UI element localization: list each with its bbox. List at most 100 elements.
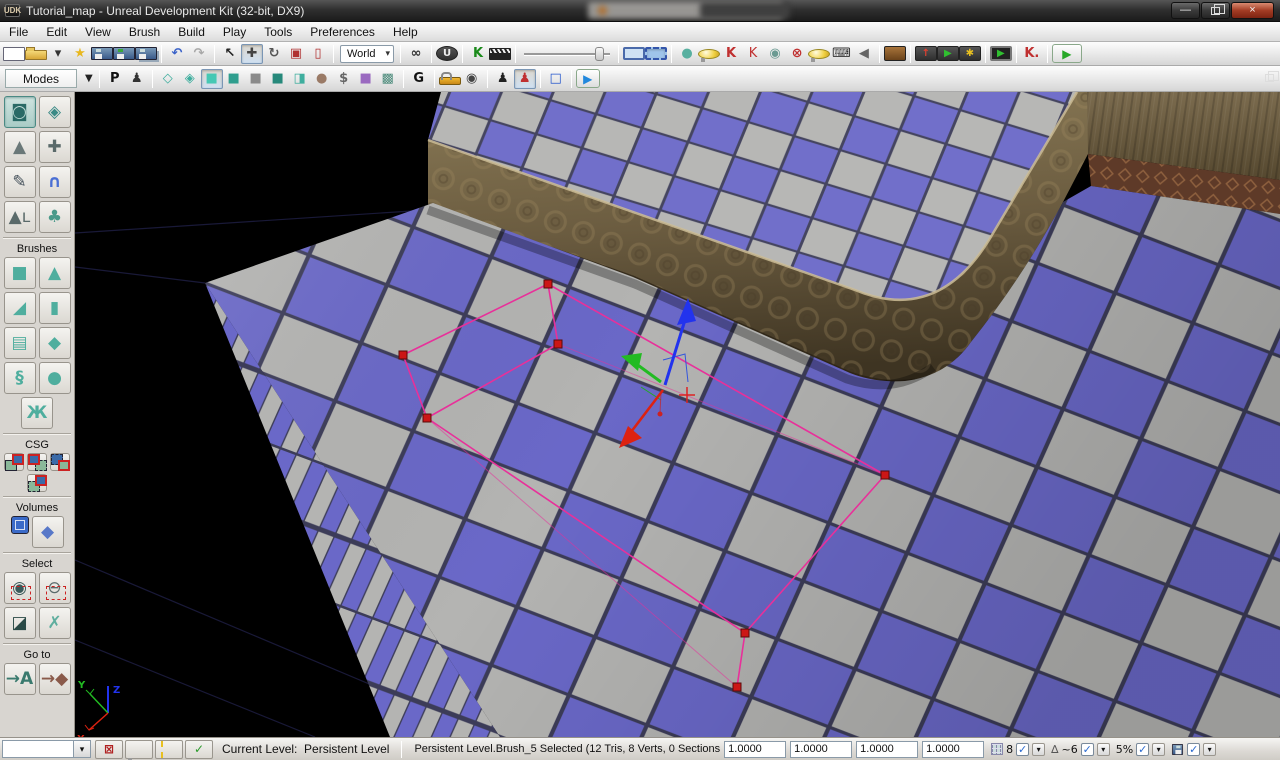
- brush-volumetric[interactable]: Ж: [21, 397, 53, 429]
- spheres-toggle[interactable]: ◉: [764, 44, 786, 64]
- lock-viewport-button[interactable]: [438, 72, 461, 85]
- level-dropdown-field[interactable]: [2, 740, 74, 758]
- possess-pawn-button[interactable]: ♟: [492, 69, 514, 89]
- autosave-toggle-dropdown[interactable]: ▾: [1203, 742, 1217, 756]
- goto-actor-button[interactable]: →A: [3, 663, 36, 695]
- volume-sphere-button[interactable]: ◆: [31, 516, 64, 548]
- restore-button[interactable]: [1201, 2, 1230, 19]
- camera-pawn-toggle[interactable]: ♟: [126, 69, 148, 89]
- minimize-button[interactable]: —: [1171, 2, 1200, 19]
- view-unlit-icon[interactable]: ■: [200, 68, 223, 89]
- game-view-toggle[interactable]: G: [408, 69, 430, 89]
- package-check-button[interactable]: ✓: [185, 739, 213, 759]
- mode-static-mesh[interactable]: ∩: [38, 166, 71, 198]
- redo-button[interactable]: ↷: [188, 44, 210, 64]
- view-texture-density-icon[interactable]: ◨: [289, 69, 311, 89]
- drawscale-field-2[interactable]: [790, 740, 853, 758]
- view-reflections-icon[interactable]: ▩: [377, 69, 399, 89]
- brush-sphere[interactable]: ●: [38, 362, 71, 394]
- brush-cone[interactable]: ▲: [38, 257, 71, 289]
- csg-subtract-button[interactable]: [27, 453, 47, 471]
- volume-box-button[interactable]: [10, 516, 29, 534]
- rotate-tool[interactable]: ↻: [263, 44, 285, 64]
- save-button[interactable]: [91, 47, 113, 60]
- paths-status-button[interactable]: [155, 739, 183, 759]
- view-lit-icon[interactable]: ■: [223, 69, 245, 89]
- mode-foliage[interactable]: ♣: [38, 201, 71, 233]
- menu-preferences[interactable]: Preferences: [301, 23, 384, 41]
- find-actors-button[interactable]: ∞: [405, 44, 427, 64]
- device-settings-button[interactable]: ✱: [958, 46, 981, 61]
- show-flags-eye-icon[interactable]: ◉: [461, 69, 483, 89]
- bulb-m-toggle[interactable]: [808, 48, 831, 62]
- level-dropdown[interactable]: ▾: [2, 740, 91, 758]
- brush-spiral-stairs[interactable]: §: [3, 362, 36, 394]
- view-lighting-only-icon[interactable]: ■: [267, 69, 289, 89]
- build-geometry-button[interactable]: [883, 46, 906, 61]
- socket-snap-icon[interactable]: K: [720, 44, 742, 64]
- drag-grid-toggle-dropdown[interactable]: ▾: [1032, 742, 1046, 756]
- play-in-viewport-button[interactable]: ▶: [989, 46, 1012, 61]
- world-dropdown-arrow[interactable]: ▾: [386, 48, 391, 59]
- menu-help[interactable]: Help: [384, 23, 427, 41]
- save-as-button[interactable]: [113, 47, 135, 60]
- brush-marker-toggle[interactable]: [645, 47, 668, 60]
- csg-deintersect-button[interactable]: [27, 474, 47, 492]
- brush-curved-stairs[interactable]: ◢: [3, 292, 36, 324]
- mode-camera[interactable]: ◙: [3, 96, 36, 128]
- scale-tool[interactable]: ▣: [285, 44, 307, 64]
- possess-pawn-red-button[interactable]: ♟: [513, 68, 536, 89]
- view-shader-complexity-icon[interactable]: ●: [311, 69, 333, 89]
- favorites-star-icon[interactable]: ★: [69, 44, 91, 64]
- socket-snap-alt-icon[interactable]: K: [742, 44, 764, 64]
- scale-grid-toggle-checkbox[interactable]: ✓: [1136, 742, 1150, 756]
- goto-builder-brush-button[interactable]: →◆: [38, 663, 71, 695]
- csg-add-button[interactable]: [4, 453, 24, 471]
- mode-texture-align[interactable]: ✚: [38, 131, 71, 163]
- restore-panes-button[interactable]: [1265, 71, 1279, 82]
- mode-geometry-edit[interactable]: ✎: [3, 166, 36, 198]
- matinee-button[interactable]: [489, 47, 512, 60]
- brush-sheet[interactable]: ◆: [38, 327, 71, 359]
- drawscale-field-1[interactable]: [724, 740, 787, 758]
- select-none-button[interactable]: ✗: [38, 607, 71, 639]
- mode-geometry[interactable]: ◈: [38, 96, 71, 128]
- drawscale-field-3[interactable]: [856, 740, 919, 758]
- drawscale-field-4[interactable]: [922, 740, 985, 758]
- undo-button[interactable]: ↶: [166, 44, 188, 64]
- mode-landscape[interactable]: ▲ʟ: [3, 201, 36, 233]
- maximize-viewport-toggle[interactable]: □: [545, 69, 567, 89]
- level-dropdown-arrow[interactable]: ▾: [74, 740, 91, 758]
- mode-terrain[interactable]: ▲: [3, 131, 36, 163]
- content-browser-button[interactable]: U: [436, 46, 459, 61]
- select-tool[interactable]: ↖: [219, 44, 241, 64]
- drag-grid-toggle-checkbox[interactable]: ✓: [1016, 742, 1030, 756]
- brush-stairs[interactable]: ▤: [3, 327, 36, 359]
- menu-tools[interactable]: Tools: [255, 23, 301, 41]
- new-map-button[interactable]: [3, 46, 25, 61]
- save-all-button[interactable]: [135, 47, 157, 60]
- select-show-button[interactable]: ◉: [3, 572, 36, 604]
- menu-view[interactable]: View: [76, 23, 120, 41]
- light-toggle[interactable]: [698, 48, 721, 62]
- play-on-device-button[interactable]: ▶: [936, 46, 959, 61]
- hide-builder-brush-button[interactable]: ⊠: [95, 739, 123, 759]
- rotation-grid-toggle-checkbox[interactable]: ✓: [1080, 742, 1094, 756]
- kismet-debug-button[interactable]: K.: [1021, 44, 1043, 64]
- translate-tool[interactable]: ✚: [241, 43, 263, 64]
- perspective-viewport[interactable]: Z Y X: [75, 92, 1280, 737]
- audio-toggle[interactable]: ◀: [853, 44, 875, 64]
- menu-play[interactable]: Play: [214, 23, 255, 41]
- play-button[interactable]: ▶: [1051, 44, 1082, 63]
- view-cost-icon[interactable]: $: [333, 69, 355, 89]
- select-hide-button[interactable]: ⊖: [38, 572, 71, 604]
- viewport-3d-scene[interactable]: Z Y X: [75, 92, 1280, 737]
- menu-build[interactable]: Build: [169, 23, 214, 41]
- brush-cylinder[interactable]: ▮: [38, 292, 71, 324]
- modes-caption[interactable]: Modes ▼: [5, 69, 93, 88]
- world-coord-select[interactable]: World ▾: [340, 44, 395, 63]
- realtime-play-button[interactable]: ▶: [575, 69, 600, 88]
- brush-cube[interactable]: ■: [3, 257, 36, 289]
- close-button[interactable]: ×: [1231, 2, 1274, 19]
- csg-intersect-button[interactable]: [50, 453, 70, 471]
